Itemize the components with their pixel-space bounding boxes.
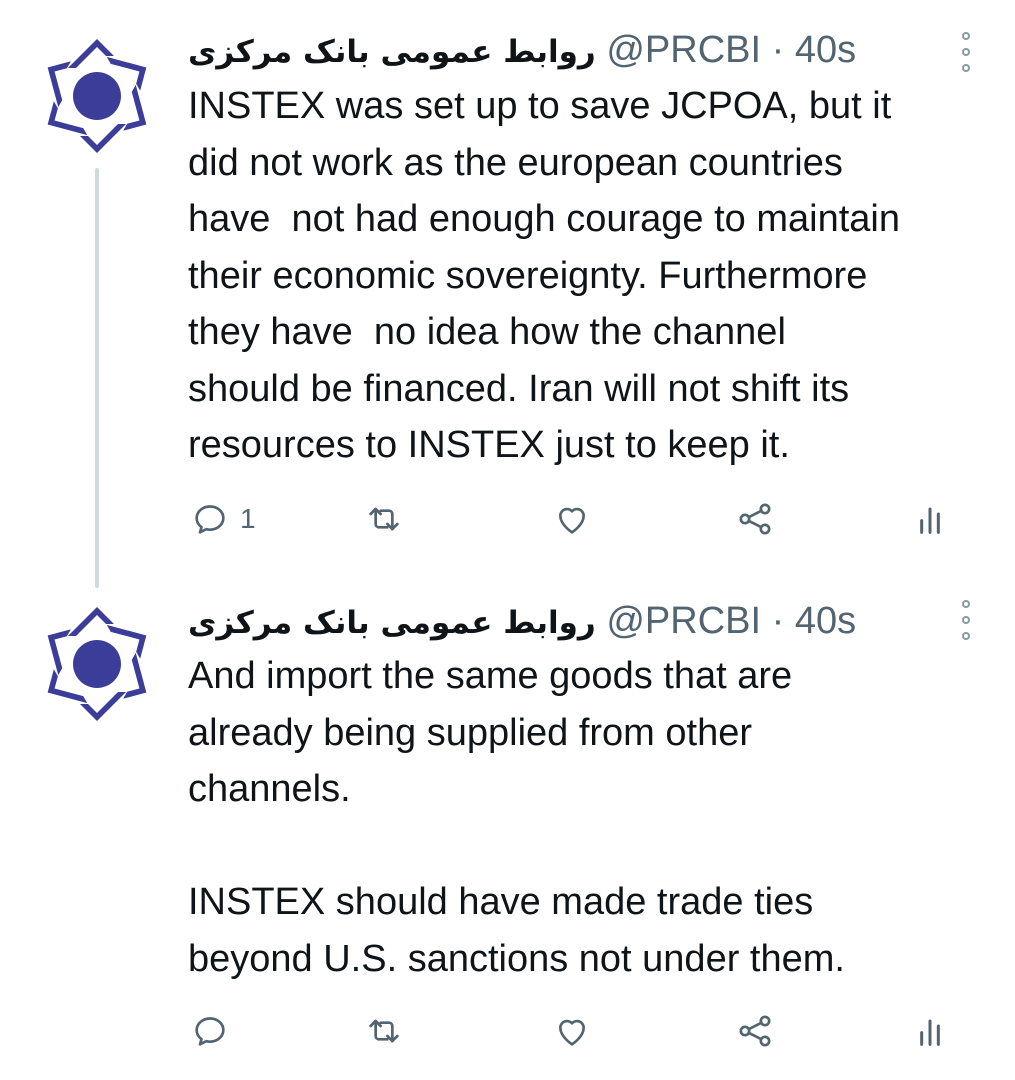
tweet-actions: 1 [0, 497, 1015, 541]
central-bank-logo-icon [33, 607, 161, 721]
display-name[interactable]: روابط عمومی بانک مرکزی [188, 605, 596, 641]
share-button[interactable] [735, 497, 775, 541]
share-button[interactable] [735, 1009, 775, 1053]
analytics-button[interactable] [910, 497, 950, 541]
more-options-icon[interactable] [958, 32, 974, 72]
handle[interactable]: @PRCBI [606, 600, 761, 642]
tweet-actions [0, 1009, 1015, 1053]
share-icon [739, 503, 771, 535]
share-icon [739, 1015, 771, 1047]
central-bank-logo-icon [33, 39, 161, 153]
tweet-text: INSTEX was set up to save JCPOA, but it … [188, 85, 900, 466]
avatar[interactable] [33, 603, 161, 725]
reply-count: 1 [240, 503, 256, 534]
retweet-icon [369, 507, 399, 531]
like-icon [559, 1019, 585, 1046]
separator: · [771, 29, 785, 71]
tweet-header: روابط عمومی بانک مرکزی @PRCBI · 40s [188, 27, 856, 75]
timestamp[interactable]: 40s [795, 29, 856, 71]
reply-icon [195, 1017, 225, 1046]
retweet-button[interactable] [364, 1009, 404, 1053]
analytics-button[interactable] [910, 1009, 950, 1053]
retweet-icon [369, 1019, 399, 1043]
like-button[interactable] [552, 1009, 592, 1053]
reply-icon [195, 505, 225, 534]
retweet-button[interactable] [364, 497, 404, 541]
timestamp[interactable]: 40s [795, 600, 856, 642]
tweet-header: روابط عمومی بانک مرکزی @PRCBI · 40s [188, 598, 856, 646]
more-options-icon[interactable] [958, 600, 974, 640]
analytics-icon [920, 1019, 940, 1046]
separator: · [771, 600, 785, 642]
tweet-text: And import the same goods that are alrea… [188, 655, 845, 980]
like-icon [559, 507, 585, 534]
analytics-icon [920, 507, 940, 534]
handle[interactable]: @PRCBI [606, 29, 761, 71]
reply-button[interactable]: 1 [190, 497, 256, 541]
reply-button[interactable] [190, 1009, 240, 1053]
avatar[interactable] [33, 35, 161, 157]
like-button[interactable] [552, 497, 592, 541]
display-name[interactable]: روابط عمومی بانک مرکزی [188, 34, 596, 70]
